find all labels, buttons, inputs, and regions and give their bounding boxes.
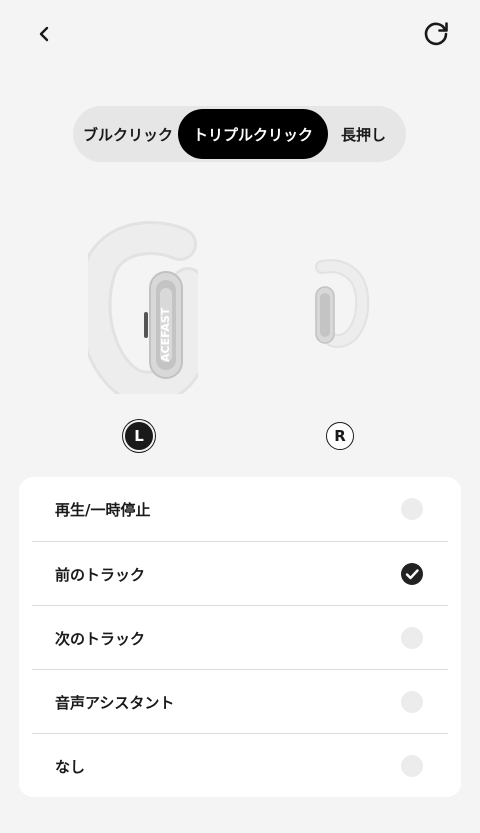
refresh-icon [424, 22, 448, 46]
option-label: なし [55, 757, 86, 776]
right-earbud-button[interactable]: R [326, 422, 354, 450]
option-previous-track[interactable]: 前のトラック [32, 541, 448, 606]
option-label: 音声アシスタント [55, 693, 175, 712]
option-none[interactable]: なし [32, 733, 448, 798]
tab-double-click[interactable]: ブルクリック [73, 106, 173, 162]
radio-checked-icon[interactable] [401, 563, 423, 585]
option-label: 前のトラック [55, 565, 146, 584]
option-label: 再生/一時停止 [55, 500, 151, 519]
option-play-pause[interactable]: 再生/一時停止 [32, 477, 448, 541]
radio-unchecked-icon[interactable] [401, 627, 423, 649]
refresh-button[interactable] [418, 16, 454, 52]
action-options-card: 再生/一時停止 前のトラック 次のトラック 音声アシスタント なし [19, 477, 461, 797]
left-earbud-button[interactable]: L [125, 422, 153, 450]
option-voice-assistant[interactable]: 音声アシスタント [32, 669, 448, 734]
tab-long-press[interactable]: 長押し [331, 106, 406, 162]
radio-unchecked-icon[interactable] [401, 498, 423, 520]
back-button[interactable] [28, 18, 60, 50]
tab-triple-click[interactable]: トリプルクリック [178, 109, 328, 159]
chevron-left-icon [39, 26, 49, 42]
radio-unchecked-icon[interactable] [401, 691, 423, 713]
radio-unchecked-icon[interactable] [401, 755, 423, 777]
option-label: 次のトラック [55, 629, 146, 648]
right-earbud-image[interactable] [312, 257, 372, 349]
checkmark-icon [405, 569, 419, 580]
gesture-tabs: ブルクリック トリプルクリック 長押し [73, 106, 406, 162]
left-earbud-image[interactable]: ACEFAST [88, 214, 198, 394]
earbud-brand-text: ACEFAST [159, 307, 172, 362]
option-next-track[interactable]: 次のトラック [32, 605, 448, 670]
